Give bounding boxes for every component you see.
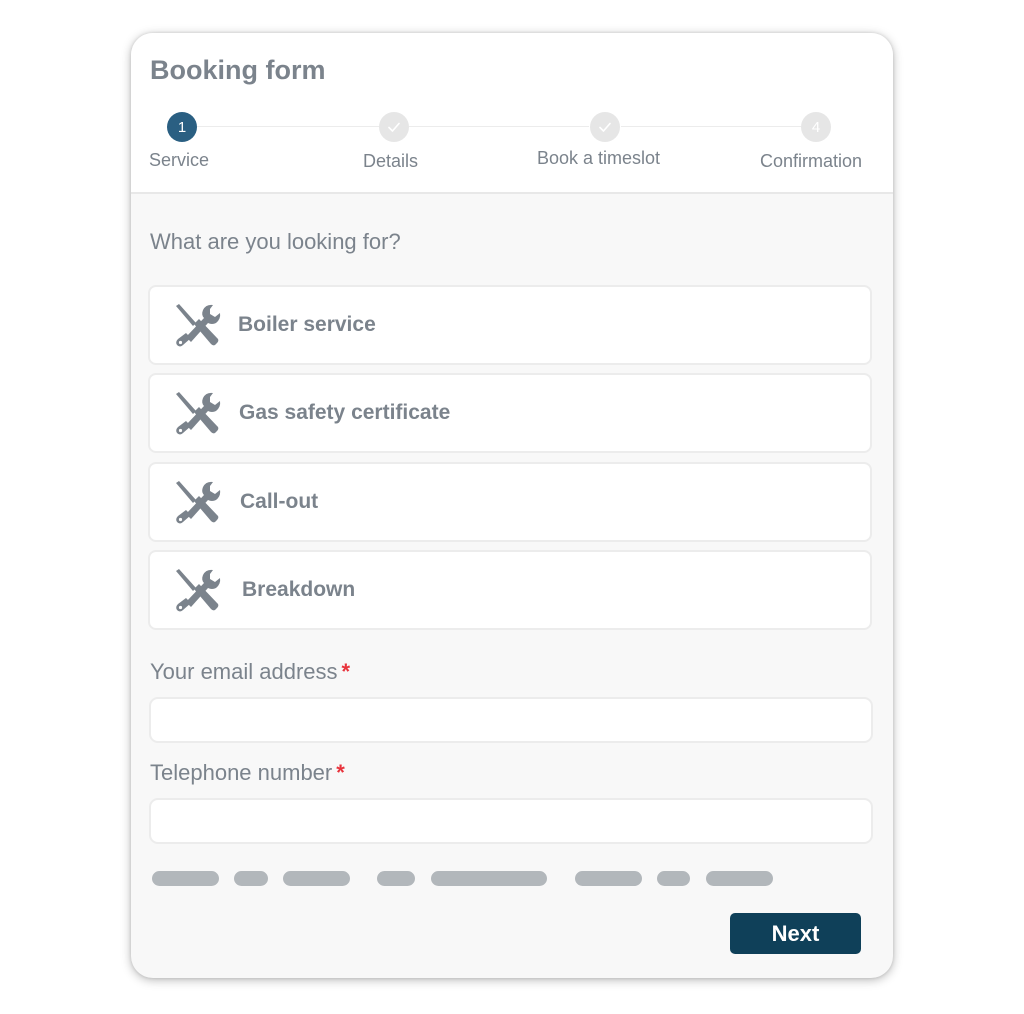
- option-call-out[interactable]: Call-out: [148, 462, 872, 542]
- page-title: Booking form: [150, 55, 326, 85]
- check-icon: [388, 122, 400, 132]
- email-field[interactable]: [149, 697, 873, 743]
- step-4-label[interactable]: Confirmation: [760, 151, 862, 172]
- service-question: What are you looking for?: [150, 229, 401, 254]
- stepper-connector: [621, 126, 801, 127]
- redacted-text-block: [706, 871, 773, 886]
- telephone-label-text: Telephone number: [150, 760, 333, 785]
- option-label: Breakdown: [242, 578, 356, 601]
- booking-form-card: Booking form 1 4 Service Details Book a …: [131, 33, 893, 978]
- step-2-indicator[interactable]: [379, 112, 409, 142]
- option-label: Gas safety certificate: [239, 401, 451, 424]
- step-1-number: 1: [177, 118, 187, 136]
- next-button[interactable]: Next: [730, 913, 861, 954]
- required-indicator: *: [336, 760, 345, 785]
- option-breakdown[interactable]: Breakdown: [148, 550, 872, 630]
- tools-icon: [176, 392, 221, 435]
- redacted-text-block: [152, 871, 219, 886]
- step-3-label[interactable]: Book a timeslot: [537, 148, 660, 169]
- step-1-indicator[interactable]: 1: [167, 112, 197, 142]
- option-label: Call-out: [240, 490, 319, 513]
- redacted-text-block: [234, 871, 268, 886]
- tools-icon: [176, 304, 221, 347]
- form-header: Booking form 1 4 Service Details Book a …: [131, 33, 893, 194]
- email-label-text: Your email address: [150, 659, 338, 684]
- step-4-number: 4: [811, 118, 821, 136]
- required-indicator: *: [341, 659, 351, 684]
- telephone-field[interactable]: [149, 798, 873, 844]
- step-3-indicator[interactable]: [590, 112, 620, 142]
- stepper-connector: [197, 126, 379, 127]
- telephone-label: Telephone number *: [150, 760, 345, 786]
- step-4-indicator[interactable]: 4: [801, 112, 831, 142]
- tools-icon: [176, 481, 221, 524]
- redacted-text-block: [377, 871, 415, 886]
- tools-icon: [176, 569, 221, 612]
- redacted-text-block: [657, 871, 690, 886]
- email-label: Your email address *: [150, 659, 350, 685]
- redacted-text-block: [575, 871, 642, 886]
- option-boiler-service[interactable]: Boiler service: [148, 285, 872, 365]
- redacted-text-block: [283, 871, 350, 886]
- step-1-label[interactable]: Service: [149, 150, 209, 171]
- option-label: Boiler service: [238, 313, 376, 336]
- option-gas-safety-certificate[interactable]: Gas safety certificate: [148, 373, 872, 453]
- stepper-connector: [409, 126, 589, 127]
- check-icon: [599, 122, 611, 132]
- redacted-text-block: [431, 871, 547, 886]
- step-2-label[interactable]: Details: [363, 151, 418, 172]
